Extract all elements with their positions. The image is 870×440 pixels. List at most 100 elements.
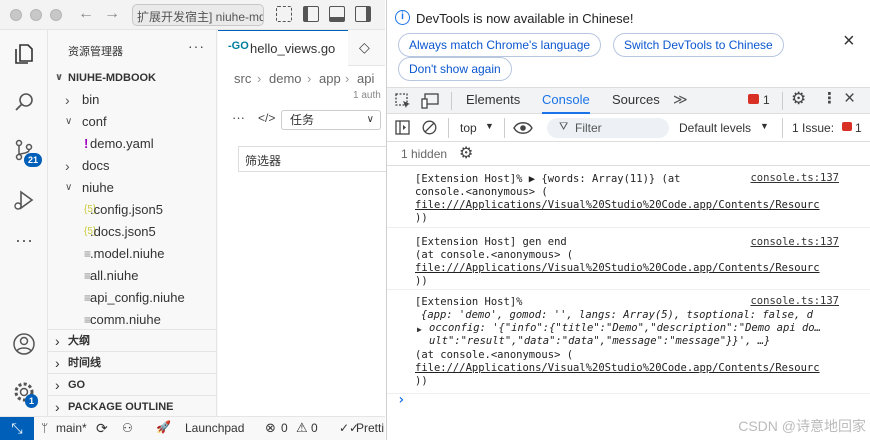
source-link[interactable]: console.ts:137 [750,172,839,185]
error-count[interactable]: 0 [281,421,288,435]
tab-elements[interactable]: Elements [466,88,520,114]
console-toolbar: top ▼ ⛛ Filter Default levels ▼ 1 Issue:… [387,114,870,142]
tree-item-label: comm.niuhe [90,312,161,327]
panel-more-icon[interactable]: ··· [232,110,245,125]
editor-tab-bar: -GO hello_views.go ◇ [218,30,385,66]
close-window-button[interactable] [10,9,22,21]
console-filter-input[interactable]: ⛛ Filter [547,118,669,138]
forward-arrow-icon[interactable]: → [104,5,120,23]
tree-item[interactable]: ≡ comm.niuhe [48,309,216,331]
branch-name[interactable]: main* [56,421,87,435]
customize-layout-icon[interactable] [276,6,292,22]
tree-item-label: all.niuhe [90,268,139,283]
close-devtools-icon[interactable]: × [844,88,855,110]
launchpad-label[interactable]: Launchpad [185,421,244,435]
code-icon[interactable]: </> [258,111,275,125]
remote-indicator-icon[interactable]: ⤡ [0,417,34,440]
breadcrumb-demo[interactable]: demo [269,71,302,86]
inspect-element-icon[interactable] [395,93,411,109]
explorer-icon[interactable] [12,42,36,66]
issues-count[interactable]: 1 [855,121,862,135]
panel-toolbar: ··· </> 任务 ∨ [218,106,385,134]
warning-icon: ⚠ [296,420,308,435]
back-arrow-icon[interactable]: ← [78,5,94,23]
search-icon[interactable] [12,90,36,114]
yaml-file-icon: ! [84,136,89,151]
account-icon[interactable] [12,332,36,356]
expand-triangle-icon[interactable]: ▶ [417,323,422,336]
device-toolbar-icon[interactable] [421,93,439,109]
breadcrumb-src[interactable]: src [234,71,251,86]
run-debug-icon[interactable] [12,188,36,212]
breadcrumb-api[interactable]: api [357,71,374,86]
section-label: 大纲 [68,335,90,347]
codelens-auth[interactable]: 1 auth [353,90,381,101]
tree-item[interactable]: › docs [48,155,216,177]
more-views-icon[interactable]: ··· [12,231,36,258]
section-label: 时间线 [68,357,101,369]
toggle-panel-icon[interactable] [329,6,345,22]
sidebar-toggle-icon[interactable] [395,120,410,135]
object-preview: occonfig: '{"info":{"title":"Demo","desc… [429,322,821,334]
source-link[interactable]: console.ts:137 [750,236,839,249]
tree-item-label: conf [82,114,107,129]
object-preview: ult":"result","data":"data","message":"m… [429,335,771,347]
minimize-window-button[interactable] [30,9,42,21]
console-prompt[interactable]: › [397,393,405,407]
zoom-window-button[interactable] [50,9,62,21]
tree-item[interactable]: ∨ conf [48,111,216,133]
tree-item-label: docs [82,158,110,173]
explorer-more-icon[interactable]: ··· [188,38,205,54]
sidebar-section[interactable]: › 大纲 [48,329,216,351]
clear-console-icon[interactable] [422,120,437,135]
file-link[interactable]: file:///Applications/Visual%20Studio%20C… [415,362,843,375]
more-tabs-icon[interactable]: ≫ [673,91,688,108]
settings-gear-icon[interactable]: ⚙ [791,89,806,109]
console-message[interactable]: console.ts:137 [Extension Host]% ▶ {word… [387,172,870,228]
sidebar-section[interactable]: › GO [48,373,216,395]
live-expression-eye-icon[interactable] [513,121,533,135]
compare-icon[interactable]: ◇ [359,39,370,56]
switch-chinese-button[interactable]: Switch DevTools to Chinese [613,33,784,57]
chevron-down-icon: ∨ [65,116,73,127]
context-select[interactable]: top [460,121,477,135]
kebab-menu-icon[interactable]: ⋮ [822,89,837,107]
tree-item[interactable]: ≡ api_config.niuhe [48,287,216,309]
tab-console[interactable]: Console [542,88,590,114]
tab-sources[interactable]: Sources [612,88,660,114]
log-levels-select[interactable]: Default levels [679,121,751,135]
breadcrumb-app[interactable]: app [319,71,341,86]
issues-label[interactable]: 1 Issue: [792,121,834,135]
workspace-root[interactable]: ∨ NIUHE-MDBOOK [48,67,216,89]
toggle-secondary-sidebar-icon[interactable] [355,6,371,22]
match-language-button[interactable]: Always match Chrome's language [398,33,602,57]
tree-item[interactable]: ! demo.yaml [48,133,216,155]
warning-count[interactable]: 0 [311,421,318,435]
sidebar-section[interactable]: › 时间线 [48,351,216,373]
dont-show-again-button[interactable]: Don't show again [398,57,512,81]
tree-item[interactable]: ≡ .model.niuhe [48,243,216,265]
console-message[interactable]: console.ts:137 [Extension Host] gen end … [387,234,870,290]
tree-item[interactable]: › bin [48,89,216,111]
console-settings-icon[interactable]: ⚙ [459,143,473,163]
command-center-title[interactable]: 扩展开发宿主] niuhe-mdbook [132,4,264,26]
sidebar-section[interactable]: › PACKAGE OUTLINE [48,395,216,416]
prettier-status[interactable]: Pretti [356,421,384,435]
tree-item[interactable]: ∨ niuhe [48,177,216,199]
toggle-sidebar-icon[interactable] [303,6,319,22]
devtools-error-count[interactable]: 1 [763,93,770,107]
close-infobar-icon[interactable]: × [843,30,855,53]
chevron-right-icon: › [55,333,60,349]
sync-icon[interactable]: ⟳ [96,420,108,437]
task-select[interactable]: 任务 ∨ [281,110,381,130]
filter-input[interactable]: 筛选器 [238,146,388,172]
console-message[interactable]: console.ts:137 [Extension Host]% {app: '… [387,294,870,394]
file-link[interactable]: file:///Applications/Visual%20Studio%20C… [415,199,843,212]
tree-item[interactable]: ≡ all.niuhe [48,265,216,287]
tab-hello-views-go[interactable]: -GO hello_views.go [218,30,348,66]
tree-item[interactable]: {5} .docs.json5 [48,221,216,243]
file-link[interactable]: file:///Applications/Visual%20Studio%20C… [415,262,843,275]
chevron-right-icon: › [65,92,70,108]
tree-item[interactable]: {5} .config.json5 [48,199,216,221]
source-link[interactable]: console.ts:137 [750,295,839,308]
